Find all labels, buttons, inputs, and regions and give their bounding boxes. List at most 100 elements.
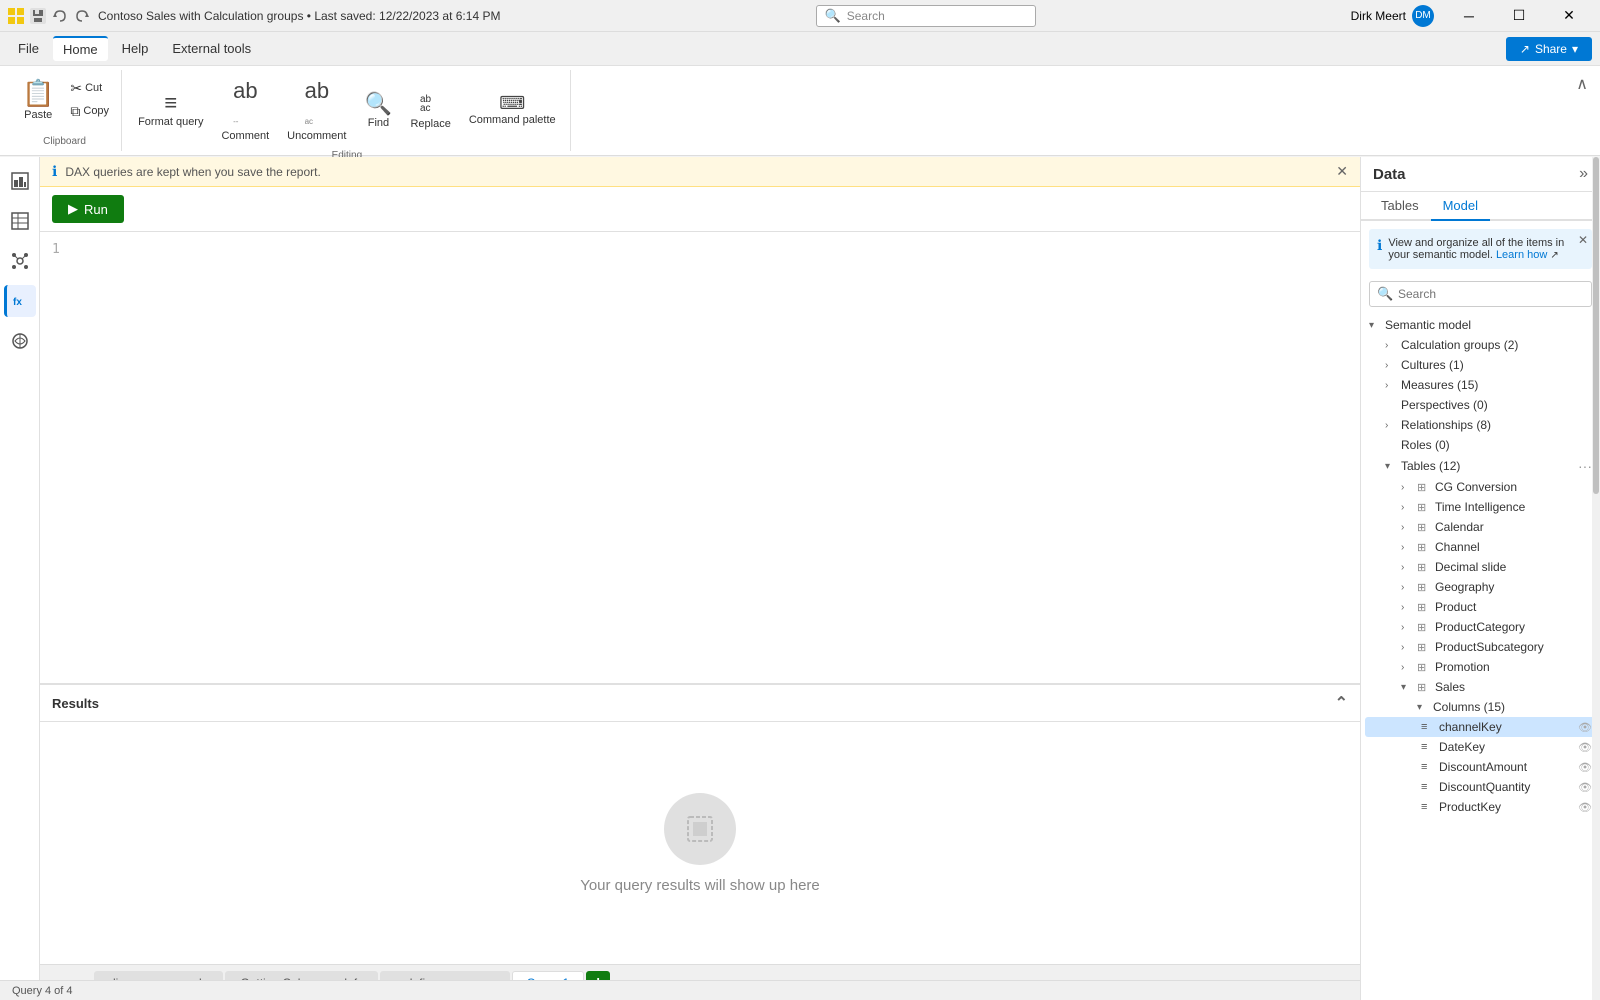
comment-label: Comment [221, 130, 269, 142]
external-link-icon: ↗ [1550, 250, 1558, 261]
panel-info-learn-link[interactable]: Learn how [1496, 249, 1547, 261]
tree-item-time-intelligence[interactable]: › ⊞ Time Intelligence [1365, 497, 1596, 517]
tree-container: ▾ Semantic model › Calculation groups (2… [1361, 315, 1600, 1000]
tree-item-calendar[interactable]: › ⊞ Calendar [1365, 517, 1596, 537]
tree-root[interactable]: ▾ Semantic model [1365, 315, 1596, 335]
tree-item-cultures[interactable]: › Cultures (1) [1365, 355, 1596, 375]
tab-model[interactable]: Model [1431, 192, 1490, 221]
tree-item-productkey[interactable]: ≡ ProductKey 👁 [1365, 797, 1596, 817]
panel-header: Data » [1361, 157, 1600, 192]
tree-item-tables[interactable]: ▾ Tables (12) ··· [1365, 455, 1596, 477]
tree-item-measures[interactable]: › Measures (15) [1365, 375, 1596, 395]
titlebar: Contoso Sales with Calculation groups • … [0, 0, 1600, 32]
minimize-button[interactable]: ─ [1446, 0, 1492, 32]
tree-item-discountquantity[interactable]: ≡ DiscountQuantity 👁 [1365, 777, 1596, 797]
copy-button[interactable]: ⧉ Copy [66, 101, 113, 122]
model-view-button[interactable] [4, 245, 36, 277]
cut-label: Cut [85, 82, 102, 94]
uncomment-label: Uncomment [287, 130, 346, 142]
tree-item-discountamount[interactable]: ≡ DiscountAmount 👁 [1365, 757, 1596, 777]
results-collapse-button[interactable]: ⌃ [1335, 693, 1348, 713]
editor-content[interactable] [72, 240, 1348, 675]
tree-item-cg-conversion[interactable]: › ⊞ CG Conversion [1365, 477, 1596, 497]
maximize-button[interactable]: ☐ [1496, 0, 1542, 32]
command-palette-button[interactable]: ⌨ Command palette [463, 89, 562, 131]
panel-info-icon: ℹ [1377, 237, 1382, 261]
tree-item-channel[interactable]: › ⊞ Channel [1365, 537, 1596, 557]
menu-file[interactable]: File [8, 37, 49, 60]
window-title: Contoso Sales with Calculation groups • … [98, 9, 500, 23]
table-view-button[interactable] [4, 205, 36, 237]
format-query-button[interactable]: ≡ Format query [132, 86, 209, 133]
close-button[interactable]: ✕ [1546, 0, 1592, 32]
table-icon: ⊞ [1417, 521, 1431, 534]
tree-item-roles[interactable]: › Roles (0) [1365, 435, 1596, 455]
panel-search-input[interactable] [1369, 281, 1592, 307]
titlebar-right: Dirk Meert DM ─ ☐ ✕ [1351, 0, 1592, 32]
uncomment-button[interactable]: abac Uncomment [281, 74, 352, 146]
user-avatar[interactable]: DM [1412, 5, 1434, 27]
report-view-button[interactable] [4, 165, 36, 197]
ribbon-group-editing: ≡ Format query ab-- Comment abac Uncomme… [124, 70, 571, 151]
tree-item-channelkey[interactable]: ≡ channelKey 👁 [1365, 717, 1596, 737]
main-area: ℹ DAX queries are kept when you save the… [40, 157, 1360, 1000]
run-button[interactable]: ▶ Run [52, 195, 124, 223]
replace-button[interactable]: ab ac Replace [404, 86, 456, 134]
results-placeholder-icon [664, 793, 736, 865]
cut-button[interactable]: ✂ Cut [66, 78, 113, 99]
share-button[interactable]: ↗ Share ▾ [1506, 37, 1592, 61]
table-icon: ⊞ [1417, 641, 1431, 654]
undo-icon[interactable] [52, 8, 68, 24]
menu-help[interactable]: Help [112, 37, 159, 60]
find-label: Find [368, 117, 389, 129]
dax-query-view-button[interactable]: fx [4, 285, 36, 317]
paste-button[interactable]: 📋 Paste [16, 74, 60, 125]
tree-item-relationships[interactable]: › Relationships (8) [1365, 415, 1596, 435]
tree-item-product[interactable]: › ⊞ Product [1365, 597, 1596, 617]
menu-external-tools[interactable]: External tools [162, 37, 261, 60]
comment-button[interactable]: ab-- Comment [215, 74, 275, 146]
run-play-icon: ▶ [68, 201, 78, 217]
paste-icon: 📋 [22, 78, 54, 109]
tree-item-geography[interactable]: › ⊞ Geography [1365, 577, 1596, 597]
share-chevron-icon: ▾ [1572, 42, 1578, 56]
external-tools-button[interactable] [4, 325, 36, 357]
tree-item-calculation-groups[interactable]: › Calculation groups (2) [1365, 335, 1596, 355]
tree-item-product-category[interactable]: › ⊞ ProductCategory [1365, 617, 1596, 637]
tree-item-promotion[interactable]: › ⊞ Promotion [1365, 657, 1596, 677]
table-icon: ⊞ [1417, 601, 1431, 614]
ribbon-collapse-button[interactable]: ∧ [1572, 70, 1592, 98]
query-editor[interactable]: 1 [40, 232, 1360, 684]
tree-item-sales[interactable]: ▾ ⊞ Sales [1365, 677, 1596, 697]
tree-item-perspectives[interactable]: › Perspectives (0) [1365, 395, 1596, 415]
titlebar-search-box[interactable]: 🔍 Search [816, 5, 1036, 27]
share-icon: ↗ [1520, 42, 1530, 56]
chevron-icon: ▾ [1401, 682, 1413, 693]
info-message: DAX queries are kept when you save the r… [65, 165, 320, 179]
ribbon: 📋 Paste ✂ Cut ⧉ Copy Clipboard ≡ Format … [0, 66, 1600, 156]
tree-item-product-subcategory[interactable]: › ⊞ ProductSubcategory [1365, 637, 1596, 657]
scrollbar-track[interactable] [1592, 157, 1600, 1000]
scrollbar-thumb[interactable] [1593, 157, 1599, 494]
window-controls[interactable]: ─ ☐ ✕ [1446, 0, 1592, 32]
find-icon: 🔍 [365, 91, 392, 117]
table-icon: ⊞ [1417, 661, 1431, 674]
tree-item-columns[interactable]: ▾ Columns (15) [1365, 697, 1596, 717]
tree-item-datekey[interactable]: ≡ DateKey 👁 [1365, 737, 1596, 757]
chevron-icon: › [1401, 642, 1413, 653]
panel-collapse-button[interactable]: » [1579, 165, 1588, 183]
panel-tabs: Tables Model [1361, 192, 1600, 221]
chevron-icon: › [1401, 622, 1413, 633]
menu-home[interactable]: Home [53, 36, 108, 61]
panel-info-close-button[interactable]: ✕ [1578, 233, 1588, 247]
tab-tables[interactable]: Tables [1369, 192, 1431, 221]
save-icon[interactable] [30, 8, 46, 24]
tree-item-decimal-slide[interactable]: › ⊞ Decimal slide [1365, 557, 1596, 577]
find-button[interactable]: 🔍 Find [358, 87, 398, 133]
redo-icon[interactable] [74, 8, 90, 24]
tables-more-icon[interactable]: ··· [1578, 458, 1592, 474]
chevron-icon: › [1401, 562, 1413, 573]
model-view-icon [11, 252, 29, 270]
info-close-button[interactable]: ✕ [1336, 163, 1348, 180]
table-icon: ⊞ [1417, 561, 1431, 574]
